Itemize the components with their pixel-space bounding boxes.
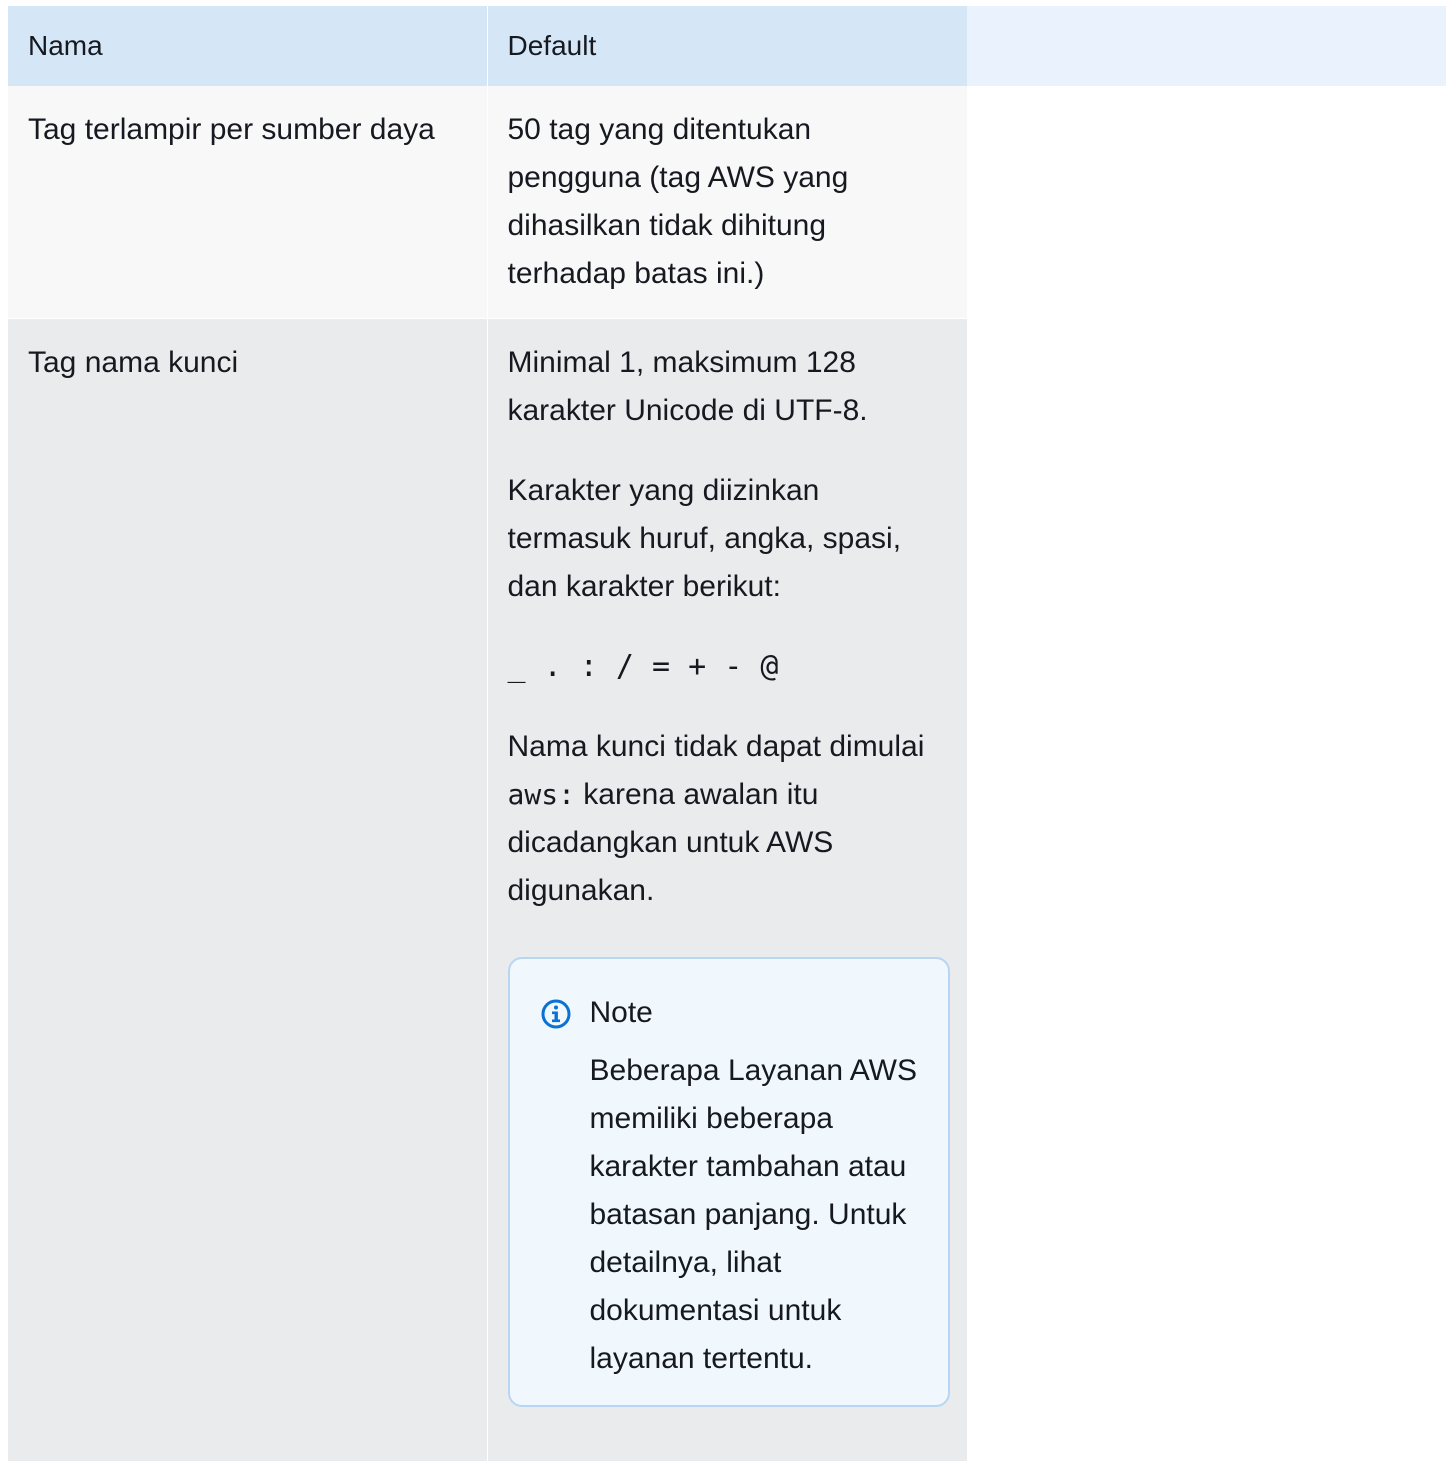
cell-name: Tag nama kunci (8, 318, 488, 1461)
note-header: Note (540, 989, 918, 1037)
prefix-restriction-text: Nama kunci tidak dapat dimulai aws: kare… (508, 723, 948, 915)
allowed-characters-text: Karakter yang diizinkan termasuk huruf, … (507, 474, 902, 603)
cell-default: 50 tag yang ditentukan pengguna (tag AWS… (487, 86, 967, 319)
length-limit-text: Minimal 1, maksimum 128 karakter Unicode… (507, 346, 868, 427)
cell-default: Minimal 1, maksimum 128 karakter Unicode… (487, 318, 967, 1461)
table-row: Tag terlampir per sumber daya 50 tag yan… (8, 86, 967, 319)
reserved-prefix-code: aws: (507, 778, 575, 811)
note-body: Beberapa Layanan AWS memiliki beberapa k… (589, 1054, 917, 1375)
column-header-default: Default (487, 6, 967, 86)
header-extension (967, 6, 1446, 86)
limits-table: Nama Default Tag terlampir per sumber da… (8, 6, 967, 1461)
cell-name: Tag terlampir per sumber daya (8, 86, 488, 319)
table-header-row: Nama Default (8, 6, 967, 86)
note-callout: Note Beberapa Layanan AWS memiliki beber… (507, 957, 950, 1407)
cell-default-text: 50 tag yang ditentukan pengguna (tag AWS… (507, 113, 849, 290)
column-header-name: Nama (8, 6, 488, 86)
allowed-characters-code: _ . : / = + - @ (507, 649, 779, 684)
info-icon (540, 997, 572, 1029)
table-row: Tag nama kunci Minimal 1, maksimum 128 k… (8, 318, 967, 1461)
note-title: Note (589, 996, 653, 1029)
prefix-restriction-before: Nama kunci tidak dapat dimulai (507, 730, 925, 763)
